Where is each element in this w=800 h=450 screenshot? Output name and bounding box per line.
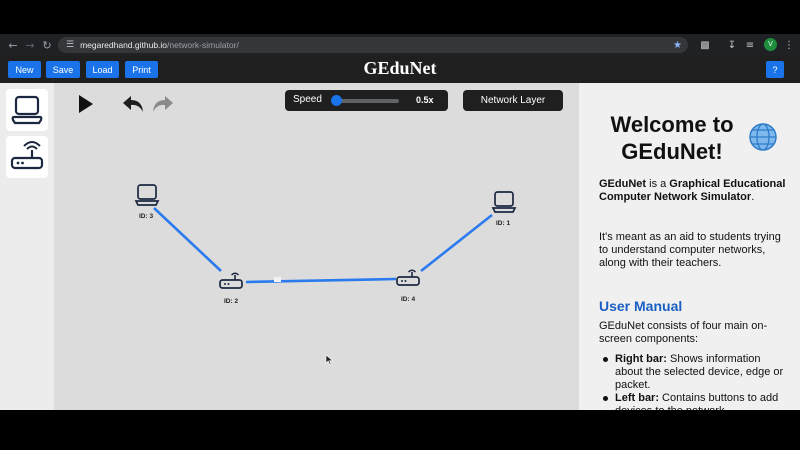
add-router-button[interactable] [6,136,48,178]
intro-name: GEduNet [599,178,647,190]
url-host: megaredhand.github.io [80,40,168,50]
save-button[interactable]: Save [46,61,80,78]
reload-icon[interactable]: ↻ [38,36,56,54]
purpose-paragraph: It's meant as an aid to students trying … [599,231,781,269]
node-label-2: ID: 2 [224,298,239,305]
globe-icon [749,123,777,151]
url-path: /network-simulator/ [167,40,239,50]
screen: { "browser": { "url_host": "megaredhand.… [0,0,800,450]
network-graph [134,184,517,365]
user-manual-heading: User Manual [599,298,683,314]
laptop-icon [11,95,43,125]
app-title: GEduNet [363,58,437,78]
left-bar [0,83,54,410]
list-item-left-bar: Left bar: Contains buttons to add device… [615,392,787,410]
profile-avatar[interactable]: V [764,38,777,51]
forward-icon[interactable]: → [21,36,39,54]
download-icon[interactable]: ↧ [725,38,739,52]
address-bar[interactable]: ☰ megaredhand.github.io/network-simulato… [58,37,688,53]
mouse-cursor [325,354,334,365]
list-item-right-bar: Right bar: Shows information about the s… [615,353,787,392]
host-node-1[interactable] [491,191,517,213]
edge-2-4[interactable] [245,277,397,284]
packet[interactable] [274,277,281,282]
intro-paragraph: GEduNet is a Graphical Educational Compu… [599,178,789,204]
edge-3-2[interactable] [153,207,222,272]
node-label-3: ID: 3 [139,213,154,220]
welcome-heading: Welcome to GEduNet! [610,112,734,164]
app-toolbar: New Save Load Print GEduNet ? [0,56,800,83]
new-button[interactable]: New [8,61,41,78]
help-button[interactable]: ? [766,61,784,78]
intro-is: is a [646,178,670,190]
node-label-1: ID: 1 [496,220,511,227]
bullet-icon [603,357,608,362]
node-label-4: ID: 4 [401,296,416,303]
menu-icon[interactable]: ⋮ [782,38,796,52]
router-node-4[interactable] [396,269,420,286]
bookmark-star-icon[interactable]: ★ [673,40,682,51]
item-term: Left bar: [615,392,659,404]
host-node-3[interactable] [134,184,160,206]
back-icon[interactable]: ← [4,36,22,54]
browser-toolbar: ← → ↻ ☰ megaredhand.github.io/network-si… [0,34,800,56]
right-bar: Welcome to GEduNet! GEduNet is a Graphic… [579,83,800,410]
print-button[interactable]: Print [125,61,158,78]
edge-4-1[interactable] [420,213,493,273]
manual-intro: GEduNet consists of four main on-screen … [599,320,768,345]
site-info-icon[interactable]: ☰ [66,40,74,50]
item-term: Right bar: [615,353,667,365]
load-button[interactable]: Load [86,61,119,78]
bullet-icon [603,396,608,401]
network-canvas[interactable]: Speed 0.5x Network Layer ID: 3 ID: 1 ID:… [54,83,579,410]
tab-search-icon[interactable]: ≡ [743,38,757,52]
router-icon [10,141,44,170]
intro-end: . [751,191,755,203]
add-host-button[interactable] [6,89,48,131]
extensions-icon[interactable]: ▩ [698,38,712,52]
router-node-2[interactable] [219,272,243,289]
